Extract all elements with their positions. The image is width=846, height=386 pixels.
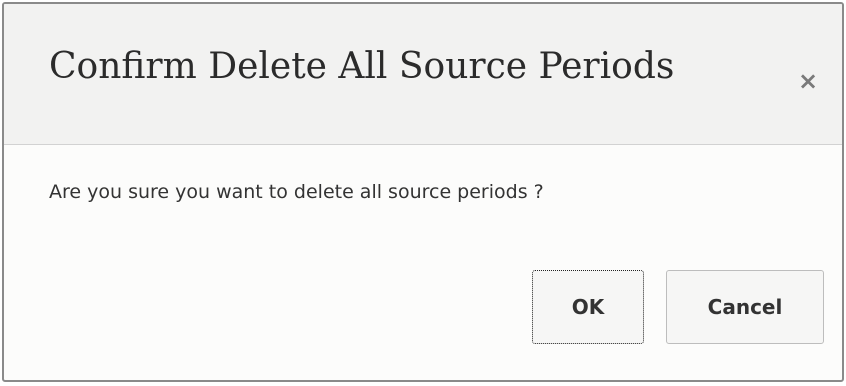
confirm-delete-dialog: Confirm Delete All Source Periods × Are … [2,2,844,382]
confirmation-message: Are you sure you want to delete all sour… [49,181,544,203]
dialog-body: Are you sure you want to delete all sour… [4,145,842,380]
ok-button[interactable]: OK [532,270,644,344]
cancel-button[interactable]: Cancel [666,270,824,344]
close-icon[interactable]: × [794,67,822,95]
dialog-title: Confirm Delete All Source Periods [49,46,675,87]
dialog-header: Confirm Delete All Source Periods × [4,4,842,145]
